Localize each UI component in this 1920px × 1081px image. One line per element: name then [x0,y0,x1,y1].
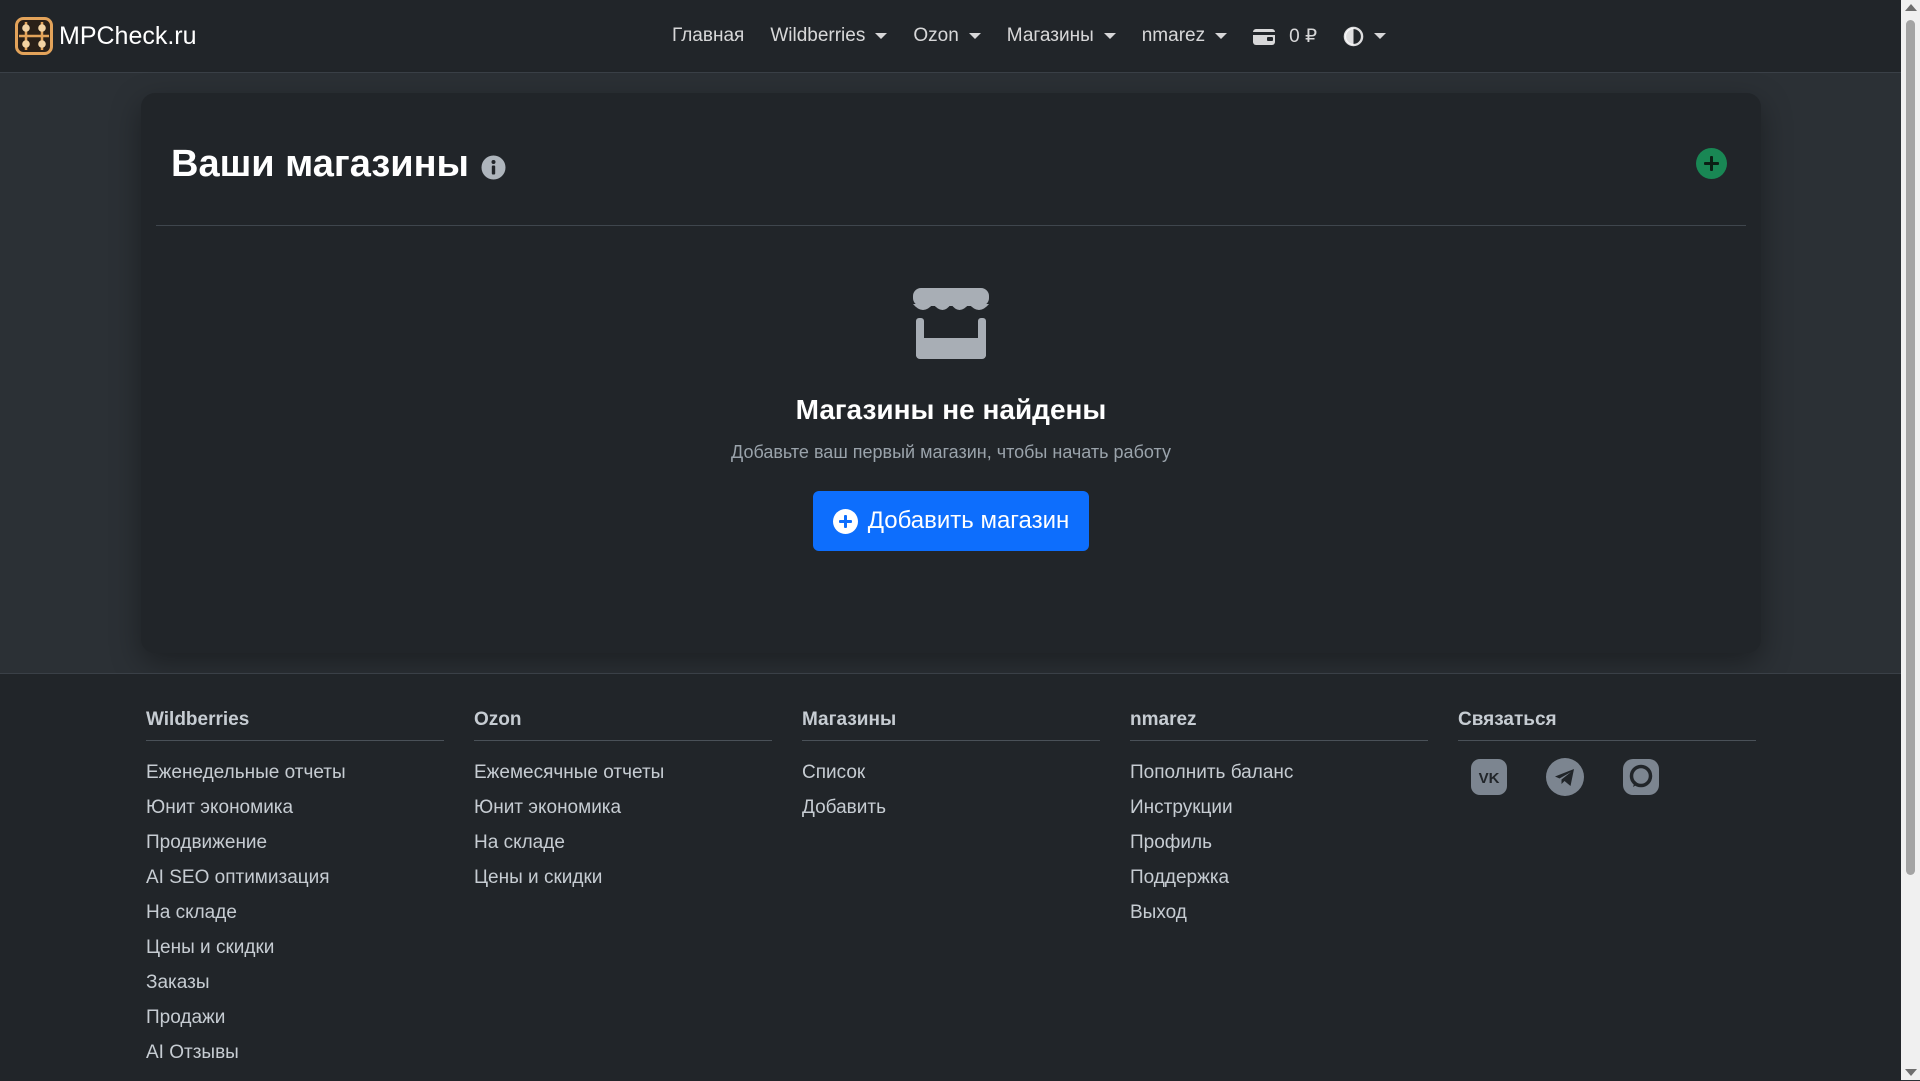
caret-down-icon [875,33,888,39]
footer-link[interactable]: Продвижение [146,825,444,860]
caret-down-icon [1103,33,1116,39]
nav-menu: Главная Wildberries Ozon Магазины nmarez… [672,0,1412,72]
nav-stores-dropdown[interactable]: Магазины [1007,25,1116,47]
telegram-icon[interactable] [1545,757,1585,797]
footer-link[interactable]: Заказы [146,965,444,1000]
caret-down-icon [1215,33,1228,39]
card-header: Ваши магазины [171,143,506,186]
top-navbar: MPCheck.ru Главная Wildberries Ozon Мага… [0,0,1901,73]
stores-card: Ваши магазины Магазины не найдены Добавь… [141,93,1761,653]
nav-balance[interactable]: 0 ₽ [1253,25,1317,48]
add-store-button-label: Добавить магазин [867,507,1070,534]
footer: Wildberries Еженедельные отчеты Юнит эко… [0,673,1901,1081]
nav-stores-label: Магазины [1006,25,1094,46]
footer-link[interactable]: Пополнить баланс [1130,755,1428,790]
footer-link[interactable]: Юнит экономика [474,790,772,825]
balance-value: 0 ₽ [1289,25,1318,47]
footer-heading-contact: Связаться [1458,709,1756,741]
page-title: Ваши магазины [171,143,469,185]
add-store-button[interactable]: Добавить магазин [812,491,1090,551]
nav-home[interactable]: Главная [672,25,744,47]
empty-state: Магазины не найдены Добавьте ваш первый … [141,288,1761,551]
footer-link[interactable]: Профиль [1130,825,1428,860]
footer-col-wildberries: Wildberries Еженедельные отчеты Юнит эко… [146,709,444,1070]
footer-heading-stores: Магазины [802,709,1100,741]
max-messenger-icon[interactable] [1621,757,1661,797]
nav-user-label: nmarez [1141,25,1206,46]
abacus-logo-icon [15,17,53,55]
footer-col-stores: Магазины Список Добавить [802,709,1100,825]
footer-link[interactable]: Инструкции [1130,790,1428,825]
info-icon[interactable] [481,155,506,180]
footer-link[interactable]: Продажи [146,1000,444,1035]
vk-icon[interactable]: VK [1469,757,1509,797]
half-circle-contrast-icon [1343,26,1364,46]
nav-ozon-dropdown[interactable]: Ozon [913,25,981,47]
social-links: VK [1458,757,1756,797]
footer-heading-user: nmarez [1130,709,1428,741]
brand-link[interactable]: MPCheck.ru [15,17,197,55]
wallet-icon [1253,29,1276,45]
footer-link[interactable]: Список [802,755,1100,790]
footer-link[interactable]: Цены и скидки [146,930,444,965]
footer-col-user: nmarez Пополнить баланс Инструкции Профи… [1130,709,1428,930]
footer-link[interactable]: AI Отзывы [146,1035,444,1070]
svg-text:VK: VK [1479,770,1500,787]
footer-link[interactable]: Выход [1130,895,1428,930]
footer-link[interactable]: Юнит экономика [146,790,444,825]
scrollbar-thumb[interactable] [1906,20,1915,875]
nav-wildberries-label: Wildberries [770,25,866,46]
footer-link[interactable]: Цены и скидки [474,860,772,895]
footer-link[interactable]: Еженедельные отчеты [146,755,444,790]
plus-circle-icon [832,508,858,534]
caret-down-icon [968,33,981,39]
brand-name: MPCheck.ru [59,21,197,50]
footer-link[interactable]: Ежемесячные отчеты [474,755,772,790]
footer-link[interactable]: На складе [474,825,772,860]
vertical-scrollbar[interactable] [1901,0,1920,1080]
card-divider [156,225,1746,226]
empty-state-title: Магазины не найдены [795,394,1107,425]
footer-link[interactable]: Поддержка [1130,860,1428,895]
caret-down-icon [1374,33,1387,39]
scroll-up-arrow-icon[interactable] [1905,4,1917,11]
footer-heading-ozon: Ozon [474,709,772,741]
footer-link[interactable]: AI SEO оптимизация [146,860,444,895]
footer-col-ozon: Ozon Ежемесячные отчеты Юнит экономика Н… [474,709,772,895]
footer-col-contact: Связаться VK [1458,709,1756,797]
store-icon [913,288,989,359]
nav-wildberries-dropdown[interactable]: Wildberries [770,25,888,47]
scroll-down-arrow-icon[interactable] [1905,1069,1917,1076]
nav-user-dropdown[interactable]: nmarez [1141,25,1228,47]
footer-link[interactable]: На складе [146,895,444,930]
theme-toggle-dropdown[interactable] [1343,26,1387,47]
footer-heading-wildberries: Wildberries [146,709,444,741]
footer-link[interactable]: Добавить [802,790,1100,825]
empty-state-subtitle: Добавьте ваш первый магазин, чтобы начат… [731,442,1171,462]
add-store-plus-icon[interactable] [1696,148,1727,179]
nav-ozon-label: Ozon [913,25,959,46]
